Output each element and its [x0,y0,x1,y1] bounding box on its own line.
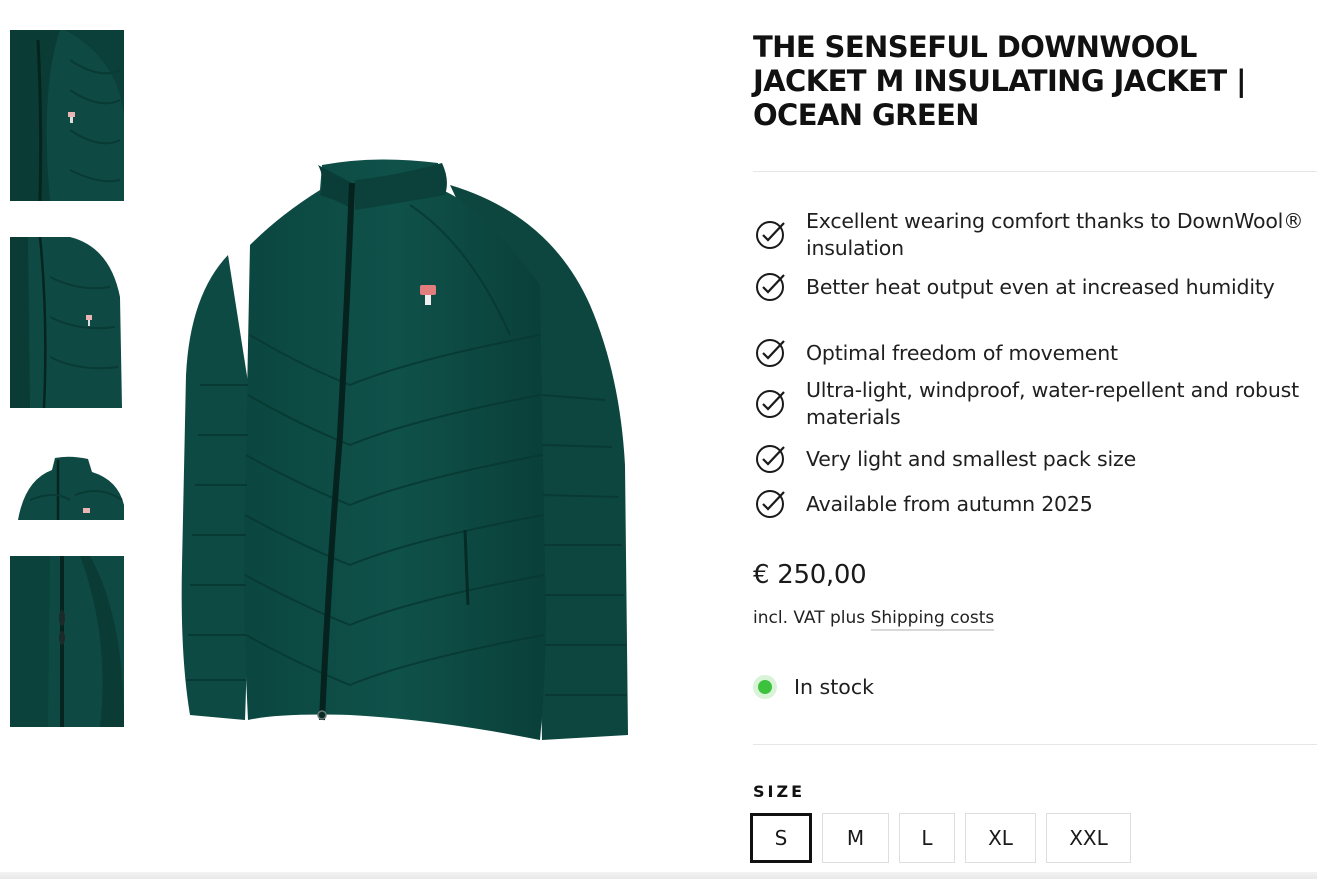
thumbnail-3[interactable] [10,450,124,520]
stock-status: In stock [758,675,874,699]
feature-text: Excellent wearing comfort thanks to Down… [806,209,1304,260]
bottom-edge [0,872,1317,879]
feature-text: Available from autumn 2025 [806,491,1093,516]
size-option-xxl[interactable]: XXL [1046,813,1131,863]
feature-item: Very light and smallest pack size [753,442,1313,476]
stock-indicator-dot [758,680,772,694]
product-title: THE SENSEFUL DOWNWOOL JACKET M INSULATIN… [753,30,1247,132]
product-price: € 250,00 [753,560,867,590]
size-option-m[interactable]: M [822,813,889,863]
product-info: THE SENSEFUL DOWNWOOL JACKET M INSULATIN… [750,30,1317,863]
feature-text: Ultra-light, windproof, water-repellent … [806,378,1299,429]
thumbnail-4[interactable] [10,556,124,727]
check-circle-icon [756,390,785,418]
size-selector: S M L XL XXL [750,813,1141,863]
feature-text: Optimal freedom of movement [806,340,1118,365]
feature-item: Ultra-light, windproof, water-repellent … [753,377,1313,431]
product-main-image [150,135,650,755]
check-circle-icon [756,490,785,518]
size-option-s[interactable]: S [750,813,812,863]
vat-text: incl. VAT plus [753,608,871,628]
size-option-xl[interactable]: XL [965,813,1036,863]
feature-item: Available from autumn 2025 [753,487,1313,521]
size-option-l[interactable]: L [899,813,955,863]
check-circle-icon [756,445,785,473]
feature-item: Excellent wearing comfort thanks to Down… [753,208,1313,262]
divider-top [753,171,1317,172]
feature-item: Optimal freedom of movement [753,336,1313,370]
check-circle-icon [756,339,785,367]
divider-bottom [753,744,1317,745]
feature-text: Better heat output even at increased hum… [806,274,1275,299]
check-circle-icon [756,273,785,301]
shipping-costs-link[interactable]: Shipping costs [870,608,995,631]
thumbnail-2[interactable] [10,237,124,408]
thumbnail-1[interactable] [10,30,124,201]
size-label: SIZE [753,782,806,801]
feature-item: Better heat output even at increased hum… [753,270,1313,304]
check-circle-icon [756,221,785,249]
feature-text: Very light and smallest pack size [806,446,1136,471]
vat-note: incl. VAT plus Shipping costs [753,608,995,631]
stock-text: In stock [794,675,874,699]
